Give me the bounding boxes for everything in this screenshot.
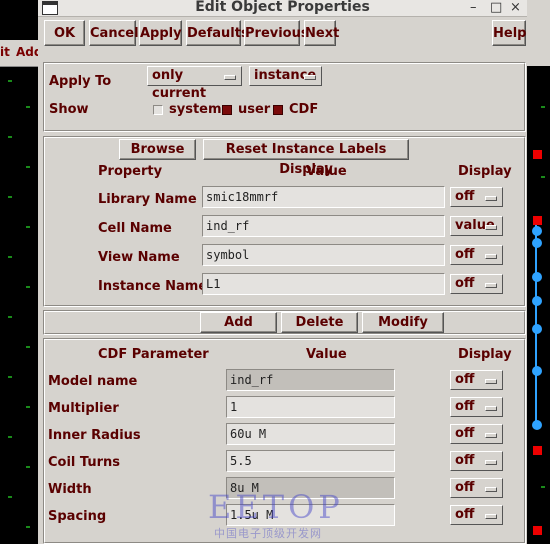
window-title: Edit Object Properties [195, 0, 370, 15]
minimize-icon[interactable]: – [470, 0, 477, 15]
cell-name-display-dropdown[interactable]: value [450, 216, 503, 236]
instance-name-label: Instance Name [98, 279, 208, 294]
modify-button[interactable]: Modify [362, 312, 444, 333]
cdf-parameter-column-header: CDF Parameter [98, 347, 209, 362]
title-bar[interactable]: Edit Object Properties – □ × [38, 0, 527, 17]
background-toolbar: it Add [0, 40, 42, 67]
close-icon[interactable]: × [510, 0, 521, 15]
dropdown-indicator-icon [485, 254, 497, 259]
cancel-button[interactable]: Cancel [89, 20, 139, 46]
instance-name-field[interactable]: L1 [202, 273, 445, 295]
dropdown-value: off [455, 372, 475, 387]
inner-radius-label: Inner Radius [48, 428, 141, 443]
apply-to-label: Apply To [49, 74, 112, 89]
user-checkbox[interactable] [222, 105, 232, 115]
dropdown-value: off [455, 276, 475, 291]
property-column-header: Property [98, 164, 163, 179]
show-label: Show [49, 102, 89, 117]
previous-button[interactable]: Previous [244, 20, 309, 46]
dropdown-value: off [455, 426, 475, 441]
dropdown-indicator-icon [485, 406, 497, 411]
apply-button[interactable]: Apply [139, 20, 182, 46]
dropdown-indicator-icon [485, 460, 497, 465]
multiplier-field[interactable]: 1 [226, 396, 395, 418]
spacing-label: Spacing [48, 509, 107, 524]
view-name-field[interactable]: symbol [202, 244, 445, 266]
edit-object-properties-dialog: Edit Object Properties – □ × OK Cancel A… [38, 0, 527, 544]
dropdown-indicator-icon [485, 283, 497, 288]
width-display-dropdown[interactable]: off [450, 478, 503, 498]
system-checkbox-label: system [169, 102, 222, 117]
cdf-display-column-header: Display [458, 347, 512, 362]
dropdown-value: off [455, 453, 475, 468]
defaults-button[interactable]: Defaults [186, 20, 249, 46]
spacing-display-dropdown[interactable]: off [450, 505, 503, 525]
view-name-display-dropdown[interactable]: off [450, 245, 503, 265]
inner-radius-field[interactable]: 60u M [226, 423, 395, 445]
coil-turns-field[interactable]: 5.5 [226, 450, 395, 472]
ok-button[interactable]: OK [44, 20, 85, 46]
watermark-subtext: 中国电子顶级开发网 [214, 527, 322, 540]
delete-button[interactable]: Delete [281, 312, 358, 333]
cdf-value-column-header: Value [306, 347, 347, 362]
apply-show-panel: Apply To only current instance Show syst… [43, 62, 526, 132]
value-column-header: Value [306, 164, 347, 179]
instance-name-display-dropdown[interactable]: off [450, 274, 503, 294]
dropdown-value: off [455, 247, 475, 262]
multiplier-label: Multiplier [48, 401, 119, 416]
user-checkbox-label: user [238, 102, 271, 117]
dropdown-value: off [455, 189, 475, 204]
background-text: it [0, 45, 10, 59]
cell-name-label: Cell Name [98, 221, 172, 236]
dropdown-indicator-icon [485, 196, 497, 201]
dropdown-indicator-icon [485, 225, 497, 230]
next-button[interactable]: Next [304, 20, 339, 46]
model-name-field: ind_rf [226, 369, 395, 391]
dropdown-indicator-icon [304, 75, 316, 80]
library-name-field[interactable]: smic18mmrf [202, 186, 445, 208]
dropdown-value: off [455, 507, 475, 522]
coil-turns-display-dropdown[interactable]: off [450, 451, 503, 471]
cdf-checkbox-label: CDF [289, 102, 319, 117]
canvas-grid [0, 66, 38, 544]
canvas-right-bar [527, 0, 550, 66]
dropdown-value: off [455, 399, 475, 414]
model-name-display-dropdown[interactable]: off [450, 370, 503, 390]
watermark-logo: EETOP [208, 488, 344, 526]
dropdown-indicator-icon [485, 487, 497, 492]
reset-instance-labels-button[interactable]: Reset Instance Labels Display [203, 139, 409, 177]
apply-to-type-dropdown[interactable]: instance [249, 66, 322, 86]
library-name-label: Library Name [98, 192, 197, 207]
dropdown-indicator-icon [224, 75, 236, 80]
dropdown-indicator-icon [485, 514, 497, 519]
library-name-display-dropdown[interactable]: off [450, 187, 503, 207]
coil-turns-label: Coil Turns [48, 455, 121, 470]
system-checkbox[interactable] [153, 105, 163, 115]
action-panel: Add Delete Modify [43, 310, 526, 335]
dropdown-value: only current [152, 68, 207, 101]
display-column-header: Display [458, 164, 512, 179]
maximize-icon[interactable]: □ [490, 0, 502, 15]
browse-button[interactable]: Browse [119, 139, 196, 160]
view-name-label: View Name [98, 250, 180, 265]
cell-name-field[interactable]: ind_rf [202, 215, 445, 237]
add-button[interactable]: Add [200, 312, 277, 333]
width-label: Width [48, 482, 92, 497]
cdf-checkbox[interactable] [273, 105, 283, 115]
model-name-label: Model name [48, 374, 138, 389]
inner-radius-display-dropdown[interactable]: off [450, 424, 503, 444]
help-button[interactable]: Help [492, 20, 526, 46]
dropdown-value: off [455, 480, 475, 495]
apply-to-scope-dropdown[interactable]: only current [147, 66, 242, 101]
instance-properties-panel: Browse Reset Instance Labels Display Pro… [43, 136, 526, 307]
multiplier-display-dropdown[interactable]: off [450, 397, 503, 417]
dropdown-indicator-icon [485, 433, 497, 438]
dropdown-indicator-icon [485, 379, 497, 384]
schematic-wires [527, 66, 550, 544]
